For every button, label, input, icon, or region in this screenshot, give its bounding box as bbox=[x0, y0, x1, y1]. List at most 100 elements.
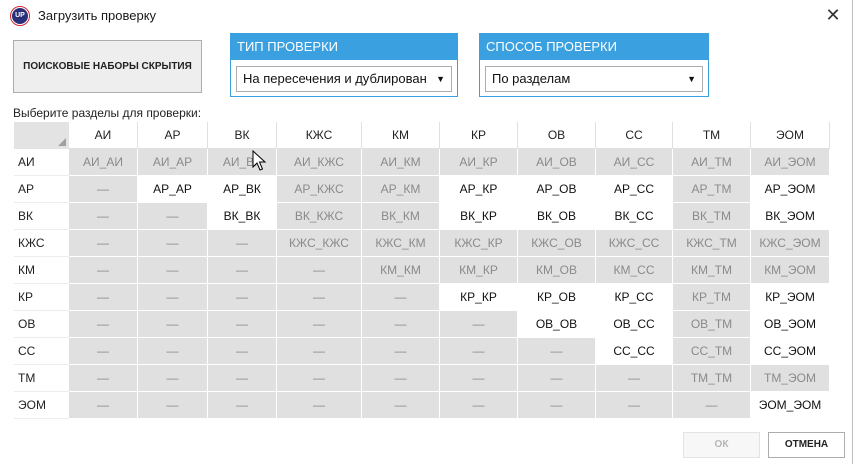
row-header[interactable]: АР bbox=[14, 176, 69, 203]
matrix-cell[interactable]: КР_ЭОМ bbox=[751, 284, 830, 311]
matrix-cell[interactable]: АР_ОВ bbox=[518, 176, 596, 203]
matrix-row: КМ — — — — КМ_КМ КМ_КР КМ_ОВ КМ_СС КМ_ТМ КМ_ЭОМ bbox=[14, 257, 830, 284]
row-header[interactable]: КЖС bbox=[14, 230, 69, 257]
row-header[interactable]: ОВ bbox=[14, 311, 69, 338]
column-header[interactable]: СС bbox=[596, 122, 673, 149]
matrix-cell: — bbox=[277, 365, 362, 392]
sections-hint: Выберите разделы для проверки: bbox=[13, 106, 202, 120]
matrix-cell: КМ_КМ bbox=[362, 257, 440, 284]
matrix-cell: — bbox=[440, 311, 518, 338]
check-type-header: ТИП ПРОВЕРКИ bbox=[231, 34, 457, 60]
matrix-cell[interactable]: АР_ЭОМ bbox=[751, 176, 830, 203]
matrix-cell: — bbox=[69, 257, 138, 284]
check-method-value: По разделам bbox=[492, 71, 571, 86]
matrix-cell: — bbox=[208, 284, 277, 311]
matrix-cell: ВК_КЖС bbox=[277, 203, 362, 230]
matrix-cell: КМ_СС bbox=[596, 257, 673, 284]
matrix-cell[interactable]: СС_СС bbox=[596, 338, 673, 365]
matrix-cell: — bbox=[208, 338, 277, 365]
matrix-cell: АИ_АИ bbox=[69, 149, 138, 176]
matrix-row: ОВ — — — — — — ОВ_ОВ ОВ_СС ОВ_ТМ ОВ_ЭОМ bbox=[14, 311, 830, 338]
matrix-cell: КЖС_КЖС bbox=[277, 230, 362, 257]
check-method-dropdown[interactable]: По разделам ▼ bbox=[485, 66, 703, 92]
check-method-header: СПОСОБ ПРОВЕРКИ bbox=[480, 34, 708, 60]
column-header[interactable]: КЖС bbox=[277, 122, 362, 149]
matrix-cell[interactable]: ВК_СС bbox=[596, 203, 673, 230]
matrix-cell[interactable]: АР_КР bbox=[440, 176, 518, 203]
row-header[interactable]: ЭОМ bbox=[14, 392, 69, 419]
column-header[interactable]: ОВ bbox=[518, 122, 596, 149]
matrix-cell[interactable]: АР_ВК bbox=[208, 176, 277, 203]
matrix-cell[interactable]: ОВ_ЭОМ bbox=[751, 311, 830, 338]
matrix-cell: АР_КЖС bbox=[277, 176, 362, 203]
matrix-cell: — bbox=[138, 311, 208, 338]
column-header[interactable]: ВК bbox=[208, 122, 277, 149]
matrix-cell: — bbox=[208, 365, 277, 392]
matrix-cell: — bbox=[362, 365, 440, 392]
matrix-cell: — bbox=[69, 311, 138, 338]
column-header[interactable]: ТМ bbox=[673, 122, 751, 149]
matrix-cell: — bbox=[596, 392, 673, 419]
matrix-cell: КЖС_ЭОМ bbox=[751, 230, 830, 257]
matrix-cell: АИ_ЭОМ bbox=[751, 149, 830, 176]
column-header[interactable]: КМ bbox=[362, 122, 440, 149]
matrix-cell: КЖС_КР bbox=[440, 230, 518, 257]
matrix-cell: КЖС_КМ bbox=[362, 230, 440, 257]
matrix-cell: — bbox=[208, 230, 277, 257]
row-header[interactable]: ВК bbox=[14, 203, 69, 230]
chevron-down-icon: ▼ bbox=[687, 74, 696, 84]
matrix-cell: АР_КМ bbox=[362, 176, 440, 203]
column-header[interactable]: КР bbox=[440, 122, 518, 149]
row-header[interactable]: СС bbox=[14, 338, 69, 365]
matrix-cell: АИ_СС bbox=[596, 149, 673, 176]
ok-button[interactable]: ОК bbox=[683, 432, 760, 458]
row-header[interactable]: АИ bbox=[14, 149, 69, 176]
matrix-cell: — bbox=[277, 284, 362, 311]
matrix-cell: СС_ТМ bbox=[673, 338, 751, 365]
matrix-cell: КЖС_СС bbox=[596, 230, 673, 257]
search-hide-sets-button[interactable]: ПОИСКОВЫЕ НАБОРЫ СКРЫТИЯ bbox=[13, 40, 202, 93]
matrix-cell: АИ_ТМ bbox=[673, 149, 751, 176]
close-icon[interactable]: ✕ bbox=[822, 4, 844, 26]
matrix-cell[interactable]: ЭОМ_ЭОМ bbox=[751, 392, 830, 419]
matrix-cell[interactable]: АР_АР bbox=[138, 176, 208, 203]
matrix-cell[interactable]: КР_СС bbox=[596, 284, 673, 311]
matrix-cell[interactable]: АР_СС bbox=[596, 176, 673, 203]
matrix-cell: КМ_ЭОМ bbox=[751, 257, 830, 284]
matrix-row: СС — — — — — — — СС_СС СС_ТМ СС_ЭОМ bbox=[14, 338, 830, 365]
chevron-down-icon: ▼ bbox=[436, 74, 445, 84]
matrix-cell: — bbox=[440, 392, 518, 419]
matrix-cell[interactable]: ВК_ЭОМ bbox=[751, 203, 830, 230]
matrix-cell[interactable]: КР_КР bbox=[440, 284, 518, 311]
matrix-cell[interactable]: ВК_КР bbox=[440, 203, 518, 230]
matrix-cell[interactable]: СС_ЭОМ bbox=[751, 338, 830, 365]
matrix-cell[interactable]: ОВ_ОВ bbox=[518, 311, 596, 338]
matrix-cell: — bbox=[362, 338, 440, 365]
matrix-cell: КЖС_ТМ bbox=[673, 230, 751, 257]
matrix-cell: ВК_ТМ bbox=[673, 203, 751, 230]
row-header[interactable]: КМ bbox=[14, 257, 69, 284]
check-type-dropdown[interactable]: На пересечения и дублирован ▼ bbox=[236, 66, 452, 92]
matrix-cell[interactable]: ОВ_СС bbox=[596, 311, 673, 338]
matrix-cell[interactable]: ВК_ВК bbox=[208, 203, 277, 230]
column-header[interactable]: ЭОМ bbox=[751, 122, 830, 149]
matrix-cell: — bbox=[69, 392, 138, 419]
matrix-cell[interactable]: ВК_ОВ bbox=[518, 203, 596, 230]
row-header[interactable]: КР bbox=[14, 284, 69, 311]
matrix-cell: АИ_ОВ bbox=[518, 149, 596, 176]
check-type-group: ТИП ПРОВЕРКИ На пересечения и дублирован… bbox=[230, 33, 458, 97]
column-header[interactable]: АИ bbox=[69, 122, 138, 149]
row-header[interactable]: ТМ bbox=[14, 365, 69, 392]
column-header[interactable]: АР bbox=[138, 122, 208, 149]
cancel-button[interactable]: ОТМЕНА bbox=[768, 432, 845, 458]
matrix-cell: — bbox=[440, 365, 518, 392]
select-all-corner[interactable] bbox=[14, 122, 69, 149]
matrix-cell: — bbox=[138, 365, 208, 392]
sections-matrix: АИ АР ВК КЖС КМ КР ОВ СС ТМ ЭОМ АИ АИ_АИ АИ_АР АИ_ВК… bbox=[14, 122, 830, 419]
matrix-cell: ВК_КМ bbox=[362, 203, 440, 230]
matrix-row: КЖС — — — КЖС_КЖС КЖС_КМ КЖС_КР КЖС_ОВ КЖС_СС КЖС… bbox=[14, 230, 830, 257]
matrix-row: КР — — — — — КР_КР КР_ОВ КР_СС КР_ТМ КР_ЭОМ bbox=[14, 284, 830, 311]
matrix-cell: — bbox=[518, 365, 596, 392]
matrix-cell: — bbox=[69, 230, 138, 257]
matrix-cell[interactable]: КР_ОВ bbox=[518, 284, 596, 311]
